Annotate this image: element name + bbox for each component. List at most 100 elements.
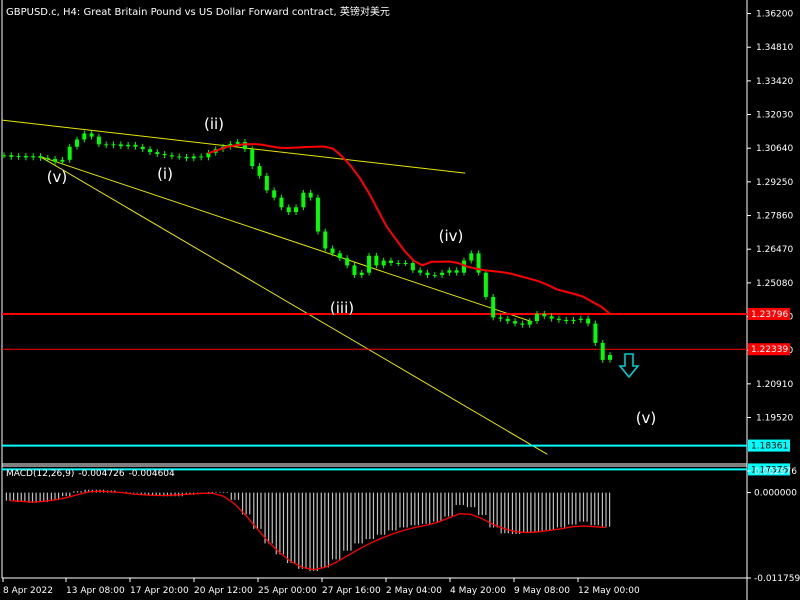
candle-body [578,318,583,320]
candle-body [104,144,109,146]
wave-label-i: (i) [157,165,173,183]
candle-body [38,156,43,158]
time-x-axis: 8 Apr 2022 13 Apr 08:00 17 Apr 20:00 20 Apr… [2,578,640,596]
price-axis-label: 1.33420 [756,77,793,87]
price-axis-label: 1.25080 [756,279,793,289]
wave-label-ii: (ii) [204,115,224,133]
time-axis-label: 13 Apr 08:00 [66,586,125,596]
candle-body [608,355,612,360]
wave-label-v-left: (v) [47,168,68,186]
candle-body [337,253,342,259]
candle-body [447,270,452,273]
instrument-description: Great Britain Pound vs US Dollar Forward… [83,7,390,18]
candle-body [330,248,335,254]
candle-body [9,155,14,157]
macd-main-value: -0.004726 [78,469,125,479]
candle-body [133,144,138,147]
candle-body [60,159,65,162]
candle-body [374,255,379,266]
candle-body [556,318,561,320]
candle-body [169,155,174,157]
candle-body [308,192,313,198]
candle-body [520,323,525,325]
time-axis-label: 2 May 04:00 [386,586,442,596]
price-axis-label: 1.32030 [756,111,793,121]
candle-body [286,207,291,213]
level-tag-text: 1.23796 [751,310,788,320]
candle-body [527,321,532,325]
wave-label-iv: (iv) [439,227,464,245]
candle-body [432,275,437,277]
candle-body [23,155,28,158]
candle-body [45,157,50,159]
symbol-label: GBPUSD.c, H4: [6,7,81,18]
candle-body [257,166,262,176]
candle-body [345,258,350,266]
candle-body [352,265,357,276]
candle-body [191,156,196,159]
candle-body [235,141,240,144]
candle-body [250,149,255,167]
candle-body [16,155,21,157]
candle-body [67,146,72,160]
down-arrow-icon [618,353,640,379]
time-axis-label: 9 May 08:00 [514,586,570,596]
wave-label-iii: (iii) [330,299,354,317]
time-axis-label: 20 Apr 12:00 [194,586,253,596]
time-axis-label: 27 Apr 16:00 [322,586,381,596]
level-price-tags: 1.237961.223391.183611.17376 [748,307,790,476]
candle-body [381,260,386,266]
candle-body [600,342,605,360]
candle-body [388,260,393,263]
time-axis-label: 4 May 20:00 [450,586,506,596]
candle-body [586,318,591,324]
candle-body [483,272,488,297]
price-y-axis: 1.36200 1.34810 1.33420 1.32030 1.30640 1.292… [747,10,793,424]
price-axis-label: 1.36200 [756,10,793,20]
macd-axis-label: 0.000000 [754,489,797,499]
candle-body [505,318,510,322]
candle-body [367,255,372,273]
candle-body [323,231,328,249]
wave-label-v-target: (v) [636,409,657,427]
price-pane [1,0,748,600]
candle-body [272,190,277,198]
candle-body [53,158,58,162]
price-axis-label: 1.30640 [756,144,793,154]
candle-body [75,139,80,147]
candle-body [549,316,554,319]
candle-body [162,154,167,156]
candle-body [410,262,415,271]
price-axis-label: 1.27860 [756,212,793,222]
candle-body [31,156,36,158]
price-axis-label: 1.34810 [756,43,793,53]
candle-body [82,133,87,140]
candle-body [542,313,547,317]
time-axis-label: 8 Apr 2022 [3,586,53,596]
price-axis-label: 1.19520 [756,414,793,424]
level-tag-text: 1.18361 [751,442,788,452]
candle-body [242,141,247,150]
candle-body [155,152,160,155]
macd-y-axis: 0.002976 0.000000 -0.011759 [747,467,800,584]
time-axis-label: 25 Apr 00:00 [258,586,317,596]
moving-average-line [207,143,611,315]
candle-body [118,144,123,147]
macd-header: MACD(12,26,9) -0.004726 -0.004604 [6,469,179,479]
level-tag-text: 1.22339 [751,345,788,355]
macd-signal-value: -0.004604 [128,469,175,479]
candle-body [184,156,189,159]
candle-body [403,262,408,264]
candle-body [469,253,474,261]
candle-body [177,156,182,158]
candle-body [294,207,299,213]
candle-body [111,144,116,146]
price-axis-label: 1.20910 [756,380,793,390]
candle-body [440,272,445,276]
price-axis-label: 1.26470 [756,245,793,255]
candle-body [148,149,153,153]
candle-body [89,133,94,137]
candle-body [571,319,576,322]
candle-body [425,272,430,276]
macd-histogram [5,489,611,572]
